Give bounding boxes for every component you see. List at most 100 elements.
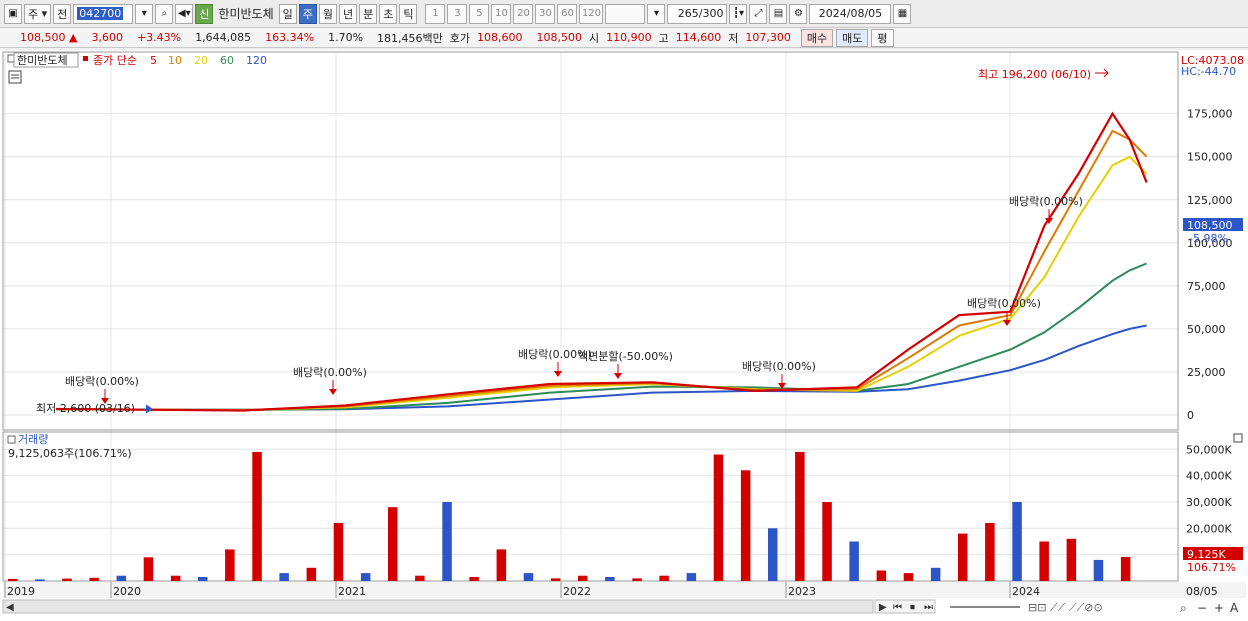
annotation-label: 배당락(0.00%) (742, 360, 816, 373)
period-month[interactable]: 월 (318, 3, 337, 24)
interval-3[interactable]: 3 (447, 3, 468, 24)
zoom-out-icon[interactable]: − (1197, 601, 1207, 615)
volume-bar (605, 577, 615, 581)
hc-text: HC:-44.70 (1181, 65, 1236, 78)
time-label: 2021 (338, 585, 366, 598)
pane-tools-icon[interactable]: ⊟⊡ ⟋⟋ ⟋⟋⊘⊙ (1028, 601, 1103, 614)
volume-bar (632, 578, 642, 581)
count-input[interactable]: 265/300 (667, 3, 728, 24)
volume-value: 9,125,063주(106.71%) (8, 447, 132, 460)
candle-type-icon[interactable]: ┇▾ (729, 3, 748, 24)
period-week[interactable]: 주 (298, 3, 317, 24)
volume-bar (985, 523, 995, 581)
volume-bar (876, 570, 887, 581)
ma-legend-item: 60 (220, 54, 234, 67)
interval-120[interactable]: 120 (579, 3, 604, 24)
buy-button[interactable]: 매수 (800, 28, 834, 47)
speaker-icon[interactable]: ◀▾ (175, 3, 194, 24)
volume-value: 1,644,085 (195, 31, 252, 44)
interval-20[interactable]: 20 (513, 3, 534, 24)
horizontal-scrollbar[interactable] (2, 599, 874, 614)
ma-marker-icon (83, 56, 88, 61)
interval-custom-select[interactable] (605, 3, 646, 24)
stock-chart[interactable]: 한미반도체 종가 단순 5 10 20 60 120 LC:4073.08 HC:-44… (0, 50, 1248, 621)
new-badge: 신 (195, 3, 214, 24)
volume-bar (795, 451, 805, 581)
period-tick[interactable]: 틱 (399, 3, 418, 24)
ask-price: 108,600 (477, 31, 523, 44)
min-arrow-icon (142, 404, 153, 414)
volume-bar (388, 507, 398, 581)
interval-60[interactable]: 60 (557, 3, 578, 24)
time-label: 2020 (113, 585, 141, 598)
interval-dropdown-icon[interactable]: ▾ (647, 3, 666, 24)
price-tick-label: 25,000 (1187, 366, 1226, 379)
count-total: /300 (698, 7, 724, 20)
time-label: 2019 (7, 585, 35, 598)
period-day[interactable]: 일 (278, 3, 297, 24)
stock-code-input[interactable]: 042700 (73, 3, 134, 24)
annotation-label: 배당락(0.00%) (1009, 195, 1083, 208)
period-minute[interactable]: 분 (359, 3, 378, 24)
time-label: 2023 (788, 585, 816, 598)
market-select[interactable]: 주 ▾ (24, 3, 52, 24)
code-dropdown-icon[interactable]: ▾ (135, 3, 154, 24)
count-value: 265 (677, 7, 699, 20)
volume-pct-tag: 106.71% (1187, 561, 1236, 574)
rewind-icon[interactable]: ⏮ (893, 602, 902, 613)
window-menu-icon[interactable]: ▣ (4, 3, 22, 24)
scroll-left-icon[interactable]: ◀ (6, 602, 14, 613)
date-input[interactable]: 2024/08/05 (809, 3, 892, 24)
eval-button[interactable]: 평 (871, 28, 894, 47)
sell-button[interactable]: 매도 (836, 28, 869, 47)
time-axis (3, 582, 1246, 598)
calendar-icon[interactable]: ▦ (893, 3, 912, 24)
volume-bar (903, 573, 914, 581)
volume-collapse-icon[interactable] (7, 435, 16, 444)
ma-lines (56, 111, 1148, 412)
interval-30[interactable]: 30 (535, 3, 556, 24)
ma-line-5 (56, 111, 1148, 412)
volume-bar (252, 451, 262, 581)
stop-icon[interactable]: ⏹ (910, 602, 915, 613)
stock-name: 한미반도체 (218, 7, 274, 21)
volume-pane-frame (2, 431, 1179, 582)
volume-bar (170, 575, 181, 581)
table-toggle-icon[interactable] (8, 70, 22, 84)
volume-close-icon[interactable] (1233, 433, 1243, 443)
volume-bar (360, 573, 371, 581)
ma-legend: 5 10 20 60 120 (150, 54, 267, 67)
volume-bar (686, 573, 697, 581)
zoom-in-icon[interactable]: + (1214, 601, 1224, 615)
volume-bar (442, 502, 452, 581)
font-size-icon[interactable]: A (1230, 601, 1239, 615)
interval-5[interactable]: 5 (469, 3, 490, 24)
magnifier-icon[interactable]: ⌕ (1180, 601, 1187, 615)
ma-line-10 (56, 129, 1148, 412)
stock-code-value: 042700 (77, 7, 124, 20)
price-tick-label: 50,000 (1187, 323, 1226, 336)
interval-10[interactable]: 10 (491, 3, 512, 24)
volume-bar (1093, 559, 1104, 581)
volume-bar (333, 523, 344, 581)
gear-icon[interactable]: ⚙ (789, 3, 808, 24)
chart-area[interactable]: 한미반도체 종가 단순 5 10 20 60 120 LC:4073.08 HC:-44… (0, 50, 1248, 621)
volume-bar (116, 575, 127, 581)
interval-1[interactable]: 1 (425, 3, 446, 24)
annotation-label: 배당락(0.00%) (293, 366, 367, 379)
period-year[interactable]: 년 (338, 3, 358, 24)
price-tick-label: 0 (1187, 409, 1194, 422)
open-label: 시 (589, 31, 600, 45)
scroll-right-icon[interactable]: ▶ (879, 602, 887, 613)
volume-bar (62, 578, 72, 581)
period-second[interactable]: 초 (379, 3, 398, 24)
volume-bar (822, 502, 832, 581)
save-icon[interactable]: ▤ (769, 3, 788, 24)
mode-button[interactable]: 전 (53, 3, 72, 24)
forward-icon[interactable]: ⏭ (924, 602, 933, 613)
max-arrow-icon (1095, 68, 1109, 78)
volume-tick-label: 30,000K (1186, 496, 1232, 509)
min-note: 최저 2,600 (03/16) (36, 402, 135, 415)
draw-tool-icon[interactable]: ⤢ (749, 3, 768, 24)
search-icon[interactable]: ⌕ (155, 3, 174, 24)
